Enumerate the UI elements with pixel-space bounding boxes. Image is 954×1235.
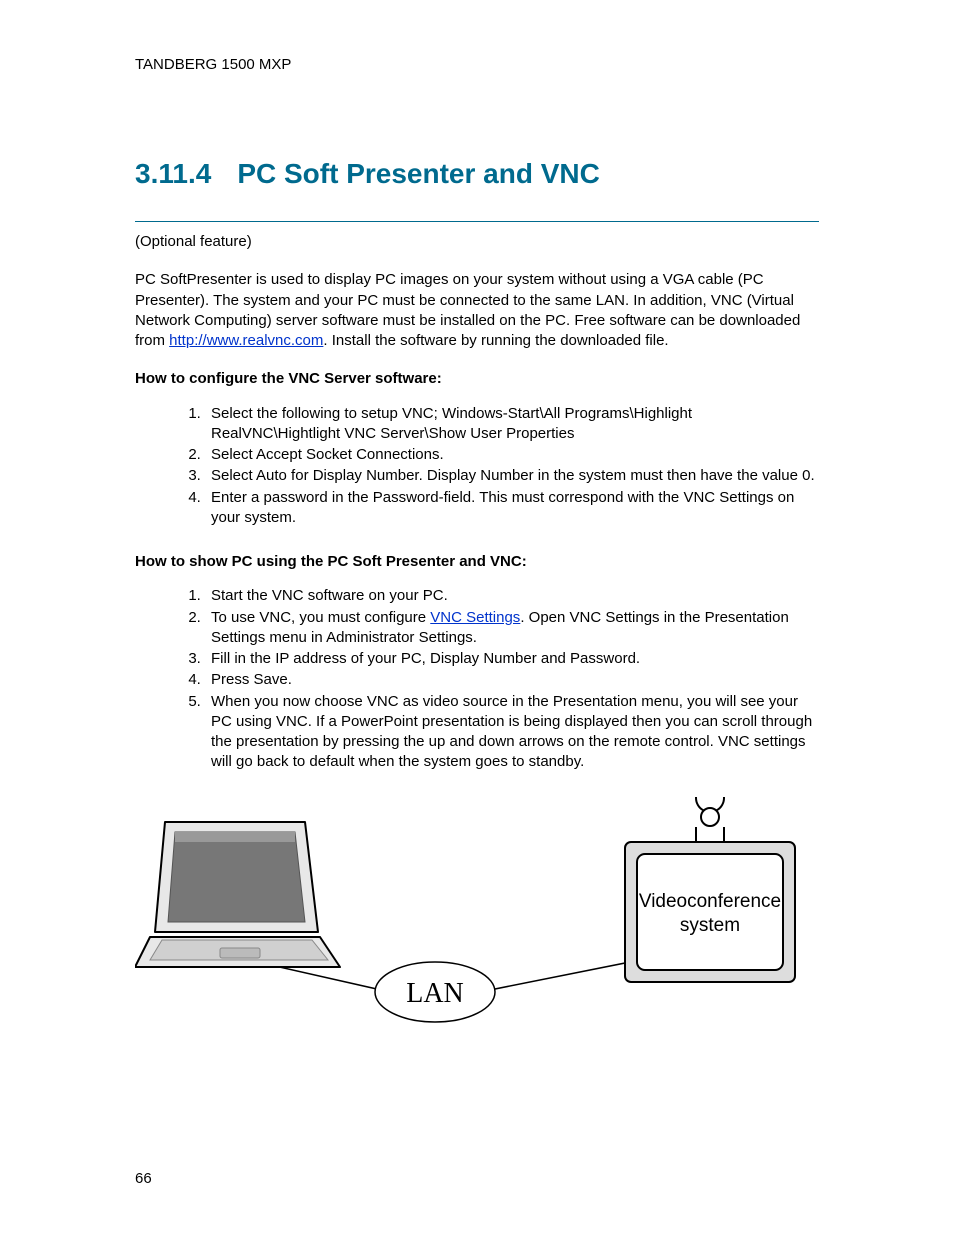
title-separator <box>135 221 819 222</box>
list-item: Start the VNC software on your PC. <box>205 586 819 606</box>
list-item: Select Accept Socket Connections. <box>205 445 819 465</box>
configure-list: Select the following to setup VNC; Windo… <box>205 404 819 529</box>
list-item: Enter a password in the Password-field. … <box>205 488 819 529</box>
section-title: 3.11.4 PC Soft Presenter and VNC <box>135 155 819 193</box>
configure-subheading: How to configure the VNC Server software… <box>135 369 819 389</box>
list-item: Select Auto for Display Number. Display … <box>205 466 819 486</box>
list-item: Select the following to setup VNC; Windo… <box>205 404 819 445</box>
network-diagram: LAN Videoconference system <box>135 797 815 1047</box>
realvnc-link[interactable]: http://www.realvnc.com <box>169 332 323 349</box>
page-number: 66 <box>135 1169 152 1189</box>
list-item: Fill in the IP address of your PC, Displ… <box>205 649 819 669</box>
section-number: 3.11.4 <box>135 155 211 193</box>
intro-text-b: . Install the software by running the do… <box>323 332 668 349</box>
section-heading-text: PC Soft Presenter and VNC <box>237 158 600 189</box>
laptop-icon <box>135 822 340 967</box>
vc-label-1: Videoconference <box>639 891 781 912</box>
show-subheading: How to show PC using the PC Soft Present… <box>135 552 819 572</box>
list-item: When you now choose VNC as video source … <box>205 692 819 773</box>
lan-label: LAN <box>406 978 464 1009</box>
intro-paragraph: PC SoftPresenter is used to display PC i… <box>135 270 819 351</box>
document-header: TANDBERG 1500 MXP <box>135 55 819 75</box>
show-list: Start the VNC software on your PC. To us… <box>205 586 819 772</box>
list-item: Press Save. <box>205 670 819 690</box>
optional-note: (Optional feature) <box>135 232 819 252</box>
vc-label-2: system <box>680 915 740 936</box>
li2-a: To use VNC, you must configure <box>211 609 430 626</box>
vnc-settings-link[interactable]: VNC Settings <box>430 609 520 626</box>
list-item: To use VNC, you must configure VNC Setti… <box>205 608 819 649</box>
lan-node: LAN <box>375 962 495 1022</box>
videoconference-icon: Videoconference system <box>625 797 795 982</box>
